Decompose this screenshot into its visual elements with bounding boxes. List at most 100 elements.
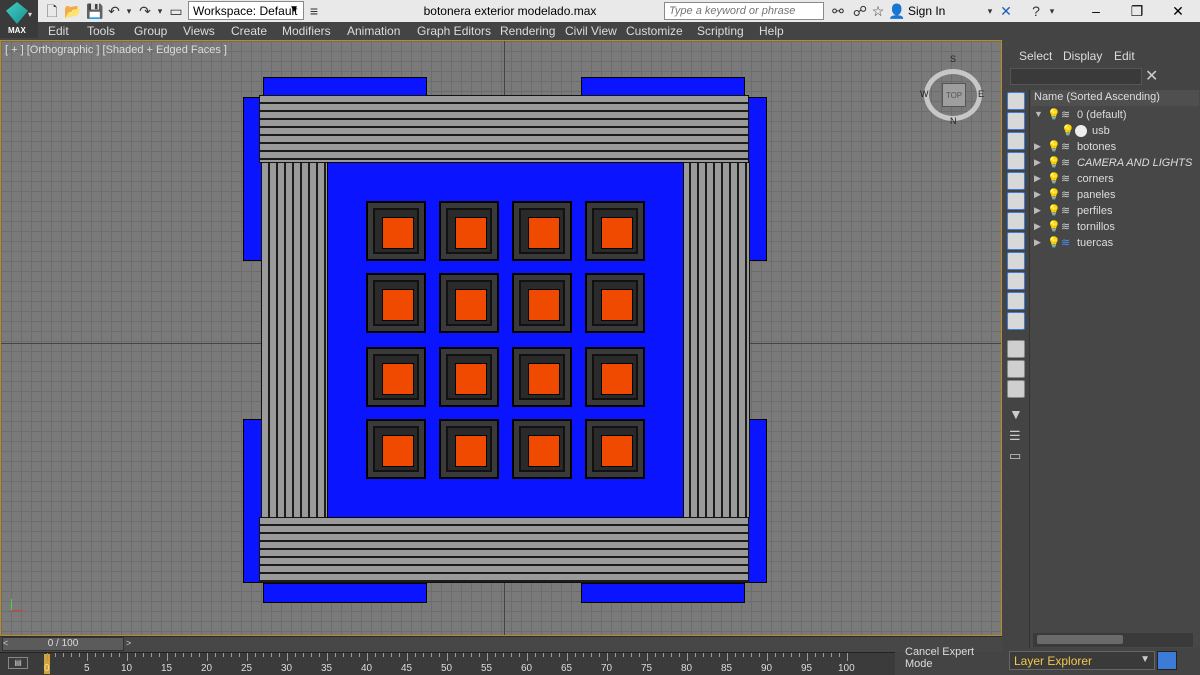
lightbulb-icon[interactable]: 💡 — [1047, 220, 1061, 233]
bottom-profile[interactable] — [259, 517, 749, 583]
help-icon[interactable]: ? — [1028, 3, 1044, 19]
menu-views[interactable]: Views — [183, 24, 215, 38]
menu-scripting[interactable]: Scripting — [697, 24, 744, 38]
expand-arrow-icon[interactable]: ▶ — [1034, 189, 1041, 200]
collapse-arrow-icon[interactable]: ▼ — [1034, 109, 1043, 119]
display-spacewarps-icon[interactable] — [1007, 252, 1025, 270]
layer-row-corners[interactable]: ▶ 💡 ≋ corners — [1030, 172, 1200, 188]
arcade-button[interactable] — [512, 419, 572, 479]
display-all-icon[interactable] — [1007, 112, 1025, 130]
display-groups-icon[interactable] — [1007, 272, 1025, 290]
redo-icon[interactable]: ↷ — [137, 3, 153, 19]
button-panel[interactable] — [327, 162, 684, 518]
save-icon[interactable]: 💾 — [86, 3, 103, 19]
menu-graph-editors[interactable]: Graph Editors — [417, 24, 491, 38]
arcade-button[interactable] — [512, 347, 572, 407]
top-profile[interactable] — [259, 95, 749, 163]
invert-display-icon[interactable] — [1007, 132, 1025, 150]
corner-piece[interactable] — [747, 97, 767, 261]
layer-row-tuercas[interactable]: ▶ 💡 ≋ tuercas — [1030, 236, 1200, 252]
arcade-button[interactable] — [585, 347, 645, 407]
lightbulb-icon[interactable]: 💡 — [1047, 236, 1061, 249]
time-slider[interactable]: 0 / 100 — [2, 637, 124, 651]
menu-civil-view[interactable]: Civil View — [565, 24, 617, 38]
arcade-button[interactable] — [366, 201, 426, 261]
menu-create[interactable]: Create — [231, 24, 267, 38]
subscription-icon[interactable]: ☍ — [852, 3, 868, 19]
arcade-button[interactable] — [512, 201, 572, 261]
lightbulb-icon[interactable]: 💡 — [1047, 204, 1061, 217]
menu-animation[interactable]: Animation — [347, 24, 400, 38]
corner-piece[interactable] — [263, 77, 427, 97]
display-lights-icon[interactable] — [1007, 192, 1025, 210]
favorites-star-icon[interactable]: ☆ — [870, 3, 886, 19]
lightbulb-off-icon[interactable]: 💡 — [1047, 156, 1061, 169]
expand-arrow-icon[interactable]: ▶ — [1034, 157, 1041, 168]
menu-tools[interactable]: Tools — [87, 24, 115, 38]
expand-arrow-icon[interactable]: ▶ — [1034, 237, 1041, 248]
lightbulb-icon[interactable]: 💡 — [1047, 108, 1061, 121]
workspace-select[interactable]: Workspace: Default ▼ — [188, 1, 304, 20]
menu-group[interactable]: Group — [134, 24, 167, 38]
scene-search-input[interactable] — [1010, 68, 1142, 85]
menu-customize[interactable]: Customize — [626, 24, 683, 38]
arcade-button[interactable] — [585, 419, 645, 479]
layer-row-botones[interactable]: ▶ 💡 ≋ botones — [1030, 140, 1200, 156]
display-shapes-icon[interactable] — [1007, 172, 1025, 190]
viewcube[interactable]: TOP S W E N — [920, 54, 984, 126]
menu-edit[interactable]: Edit — [48, 24, 69, 38]
arcade-button[interactable] — [439, 419, 499, 479]
display-hidden-icon[interactable] — [1007, 380, 1025, 398]
layer-row-camera-and-lights[interactable]: ▶ 💡 ≋ CAMERA AND LIGHTS — [1030, 156, 1200, 172]
scrollbar-thumb[interactable] — [1037, 635, 1123, 644]
viewport-label[interactable]: [ + ] [Orthographic ] [Shaded + Edged Fa… — [5, 44, 227, 56]
corner-piece[interactable] — [747, 419, 767, 583]
search-input[interactable] — [664, 2, 824, 20]
display-helpers-icon[interactable] — [1007, 232, 1025, 250]
filter-icon[interactable]: ▼ — [1009, 406, 1023, 422]
corner-piece[interactable] — [581, 77, 745, 97]
lightbulb-icon[interactable]: 💡 — [1047, 188, 1061, 201]
tab-display[interactable]: Display — [1063, 49, 1102, 63]
menu-modifiers[interactable]: Modifiers — [282, 24, 331, 38]
cancel-expert-mode-button[interactable]: Cancel Expert Mode — [896, 646, 1000, 670]
display-geometry-icon[interactable] — [1007, 152, 1025, 170]
viewcube-face[interactable]: TOP — [942, 83, 966, 107]
lightbulb-icon[interactable]: 💡 — [1061, 124, 1075, 137]
display-cameras-icon[interactable] — [1007, 212, 1025, 230]
sign-in-link[interactable]: Sign In — [908, 4, 945, 18]
customize-toolbar-icon[interactable]: ≡ — [306, 3, 322, 19]
arcade-button[interactable] — [439, 201, 499, 261]
timeline-ruler[interactable]: ▤ 0 5 10 15 20 25 30 35 40 45 50 55 60 65 70 75 80 85 90 95… — [0, 652, 895, 675]
redo-dropdown-icon[interactable]: ▾ — [152, 3, 168, 19]
arcade-button[interactable] — [439, 347, 499, 407]
lightbulb-icon[interactable]: 💡 — [1047, 172, 1061, 185]
display-containers-icon[interactable] — [1007, 340, 1025, 358]
expand-arrow-icon[interactable]: ▶ — [1034, 205, 1041, 216]
clear-search-icon[interactable]: ✕ — [1145, 66, 1158, 86]
time-prev-icon[interactable]: < — [3, 638, 8, 648]
lightbulb-icon[interactable]: 💡 — [1047, 140, 1061, 153]
explorer-select[interactable]: Layer Explorer ▼ — [1009, 651, 1155, 670]
maximize-button[interactable]: ❐ — [1117, 0, 1157, 22]
arcade-button[interactable] — [439, 273, 499, 333]
minimize-button[interactable]: – — [1076, 0, 1116, 22]
menu-rendering[interactable]: Rendering — [500, 24, 555, 38]
left-profile[interactable] — [261, 162, 329, 518]
orthographic-viewport[interactable]: [ + ] [Orthographic ] [Shaded + Edged Fa… — [0, 40, 1002, 636]
filter-options-icon[interactable]: ☰ — [1009, 428, 1021, 444]
layer-row-paneles[interactable]: ▶ 💡 ≋ paneles — [1030, 188, 1200, 204]
tab-select[interactable]: Select — [1019, 49, 1052, 63]
layer-explorer-toggle-button[interactable] — [1157, 651, 1177, 670]
arcade-button[interactable] — [366, 347, 426, 407]
arcade-button[interactable] — [366, 273, 426, 333]
layer-list-scrollbar[interactable] — [1033, 633, 1193, 647]
corner-piece[interactable] — [581, 583, 745, 603]
expand-arrow-icon[interactable]: ▶ — [1034, 173, 1041, 184]
exchange-apps-icon[interactable]: ✕ — [998, 3, 1014, 19]
undo-dropdown-icon[interactable]: ▾ — [121, 3, 137, 19]
layer-list-header[interactable]: Name (Sorted Ascending) — [1031, 90, 1199, 106]
layer-row-perfiles[interactable]: ▶ 💡 ≋ perfiles — [1030, 204, 1200, 220]
new-file-icon[interactable]: 🗋 — [44, 3, 60, 19]
tab-edit[interactable]: Edit — [1114, 49, 1135, 63]
